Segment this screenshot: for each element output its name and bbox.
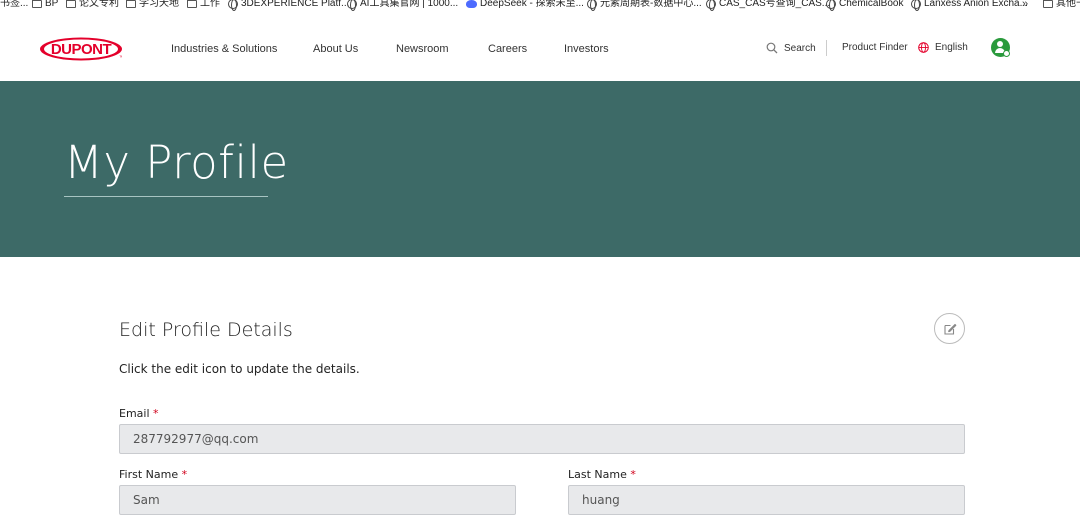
bookmark-folder-other[interactable]: 其他书 [1043,0,1080,9]
first-name-field[interactable]: Sam [119,485,516,515]
nav-careers[interactable]: Careers [488,43,527,55]
bookmark-label: 学习天地 [139,0,179,9]
bookmark-chemicalbook[interactable]: ChemicalBook [826,0,904,11]
email-field[interactable]: 287792977@qq.com [119,424,965,454]
language-globe-icon [918,42,929,53]
folder-icon [66,0,76,8]
search-label: Search [784,42,816,54]
required-mark: * [630,468,636,481]
bookmark-label: CAS_CAS号查询_CAS... [719,0,831,9]
search-icon [766,42,778,54]
language-label: English [935,42,968,53]
bookmark-label: BP [45,0,59,9]
bookmark-label: AI工具集官网 | 1000... [360,0,459,9]
bookmark-label: 工作 [200,0,220,9]
globe-icon [826,0,836,11]
product-finder-link[interactable]: Product Finder [842,42,908,53]
bookmark-folder-bp[interactable]: BP [32,0,58,9]
required-mark: * [153,407,159,420]
globe-icon [228,0,238,11]
bookmark-label: 其他书 [1056,0,1080,9]
more-bookmarks-icon[interactable]: » [1022,0,1028,10]
last-name-field[interactable]: huang [568,485,965,515]
dupont-logo-oval-icon: DUPONT ™ [40,37,122,61]
site-header: DUPONT ™ Industries & Solutions About Us… [0,13,1080,81]
dupont-logo[interactable]: DUPONT ™ [40,37,122,61]
globe-icon [911,0,921,11]
nav-newsroom[interactable]: Newsroom [396,43,449,55]
brand-text: DUPONT [51,41,112,58]
email-label: Email * [119,407,159,420]
bookmark-label: ChemicalBook [839,0,904,9]
bookmark-item[interactable]: 书签... [0,0,28,9]
first-name-label: First Name * [119,468,187,481]
last-name-label: Last Name * [568,468,636,481]
bookmark-label: 书签... [0,0,29,9]
bookmark-periodic-table[interactable]: 元素周期表-数据中心... [587,0,702,11]
bookmark-folder-papers[interactable]: 论文专利 [66,0,119,9]
bookmark-ai-tools[interactable]: AI工具集官网 | 1000... [347,0,459,11]
bookmark-deepseek[interactable]: DeepSeek - 探索未至... [466,0,584,9]
search-button[interactable]: Search [766,42,816,54]
folder-icon [1043,0,1053,8]
edit-profile-button[interactable] [934,313,965,344]
user-status-indicator [1003,50,1010,57]
product-finder-label: Product Finder [842,42,908,53]
globe-icon [587,0,597,11]
required-mark: * [181,468,188,481]
title-underline [64,196,268,197]
page-banner: My Profile [0,81,1080,257]
nav-about-us[interactable]: About Us [313,43,358,55]
nav-industries-solutions[interactable]: Industries & Solutions [171,43,277,55]
bookmark-label: 元素周期表-数据中心... [600,0,702,9]
bookmarks-bar: 书签... BP 论文专利 学习天地 工作 3DEXPERIENCE Platf… [0,0,1080,13]
language-selector[interactable]: English [918,42,968,53]
bookmark-label: DeepSeek - 探索未至... [480,0,584,9]
bookmark-label: Lanxess Anion Excha... [924,0,1028,9]
helper-text: Click the edit icon to update the detail… [119,362,360,376]
bookmark-label: 论文专利 [79,0,119,9]
last-name-label-text: Last Name [568,468,627,481]
email-label-text: Email [119,407,150,420]
section-title: Edit Profile Details [119,319,293,341]
page-title: My Profile [64,136,289,189]
folder-icon [32,0,42,8]
trademark-text: ™ [119,55,122,61]
bookmark-3dexperience[interactable]: 3DEXPERIENCE Platf... [228,0,350,11]
edit-pencil-icon [943,323,956,335]
first-name-label-text: First Name [119,468,179,481]
nav-investors[interactable]: Investors [564,43,609,55]
bookmark-folder-study[interactable]: 学习天地 [126,0,179,9]
deepseek-icon [466,0,477,8]
folder-icon [187,0,197,8]
bookmark-cas[interactable]: CAS_CAS号查询_CAS... [706,0,831,11]
bookmark-lanxess[interactable]: Lanxess Anion Excha... [911,0,1028,11]
bookmark-folder-work[interactable]: 工作 [187,0,220,9]
bookmark-label: 3DEXPERIENCE Platf... [241,0,350,9]
globe-icon [347,0,357,11]
header-divider [826,40,827,56]
folder-icon [126,0,136,8]
globe-icon [706,0,716,11]
